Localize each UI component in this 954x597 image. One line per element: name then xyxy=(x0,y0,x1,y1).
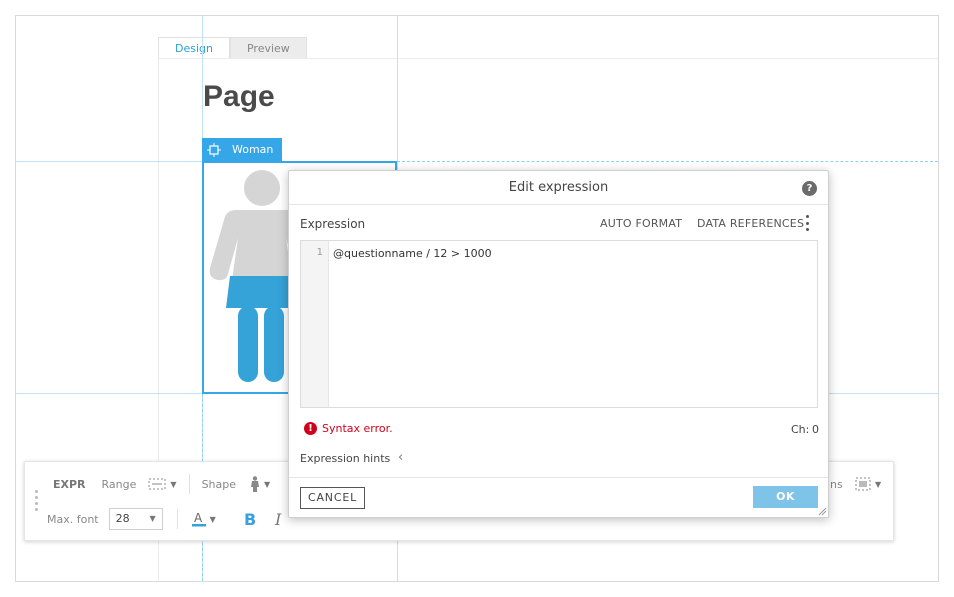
tab-design[interactable]: Design xyxy=(158,37,230,59)
expr-button[interactable]: EXPR xyxy=(53,470,86,498)
italic-button[interactable]: I xyxy=(275,510,281,529)
dialog-title: Edit expression xyxy=(508,180,609,195)
chevron-down-icon: ▼ xyxy=(209,514,216,524)
chevron-down-icon: ▼ xyxy=(149,514,156,523)
ok-button[interactable]: OK xyxy=(753,486,818,508)
dialog-header: Edit expression ? xyxy=(289,171,828,205)
stage: Design Preview Page Woman EXPR Range ▼ S… xyxy=(0,0,954,597)
toolbar-row-1: EXPR Range ▼ Shape ▼ xyxy=(25,470,270,498)
character-position-value: 0 xyxy=(812,423,819,436)
max-font-label: Max. font xyxy=(47,512,99,526)
range-dropdown[interactable]: ▼ xyxy=(148,470,177,498)
max-font-select[interactable]: 28 ▼ xyxy=(108,508,163,530)
line-number: 1 xyxy=(316,247,323,258)
font-color-dropdown[interactable]: A ▼ xyxy=(191,505,216,533)
data-references-button[interactable]: DATA REFERENCES xyxy=(697,217,804,230)
view-tabs: Design Preview xyxy=(158,37,307,59)
resize-handle-icon[interactable] xyxy=(817,506,827,516)
character-position-label: Ch: xyxy=(791,423,810,436)
cancel-button[interactable]: CANCEL xyxy=(300,487,365,509)
range-label: Range xyxy=(101,477,137,491)
widget-label[interactable]: Woman xyxy=(202,138,282,162)
toolbar-row-2: Max. font 28 ▼ A ▼ xyxy=(25,505,216,533)
expression-label: Expression xyxy=(300,217,366,231)
expression-hints-toggle[interactable]: Expression hints xyxy=(300,452,390,465)
expression-editor[interactable]: 1 @questionname / 12 > 1000 xyxy=(300,240,818,408)
page-title: Page xyxy=(203,80,275,113)
range-icon xyxy=(148,478,166,490)
max-font-value: 28 xyxy=(115,512,130,525)
editor-gutter: 1 xyxy=(301,241,329,407)
auto-format-button[interactable]: AUTO FORMAT xyxy=(600,217,682,230)
font-color-icon: A xyxy=(191,511,206,527)
dialog-footer-divider xyxy=(289,477,828,478)
more-options-icon[interactable] xyxy=(804,215,810,231)
help-icon[interactable]: ? xyxy=(802,181,817,196)
toolbar-clipped-label: ns xyxy=(830,477,843,491)
expression-code[interactable]: @questionname / 12 > 1000 xyxy=(333,247,492,260)
bold-button[interactable]: B xyxy=(244,510,256,529)
person-icon xyxy=(251,476,260,492)
syntax-error-message: Syntax error. xyxy=(322,422,393,435)
shape-label: Shape xyxy=(201,477,237,491)
guide-dashed-top xyxy=(397,161,938,162)
chevron-down-icon: ▼ xyxy=(264,479,271,489)
tab-preview[interactable]: Preview xyxy=(229,37,307,59)
border-style-dropdown[interactable]: ▼ xyxy=(855,470,881,498)
border-icon xyxy=(855,477,871,491)
shape-dropdown[interactable]: ▼ xyxy=(250,470,270,498)
widget-label-text: Woman xyxy=(232,143,274,156)
error-icon: ! xyxy=(304,422,317,435)
svg-text:A: A xyxy=(194,511,203,525)
chevron-down-icon: ▼ xyxy=(875,479,882,489)
chevron-left-icon[interactable]: ‹ xyxy=(398,450,403,465)
edit-expression-dialog: Edit expression ? Expression AUTO FORMAT… xyxy=(288,170,829,518)
selection-icon xyxy=(202,138,226,162)
